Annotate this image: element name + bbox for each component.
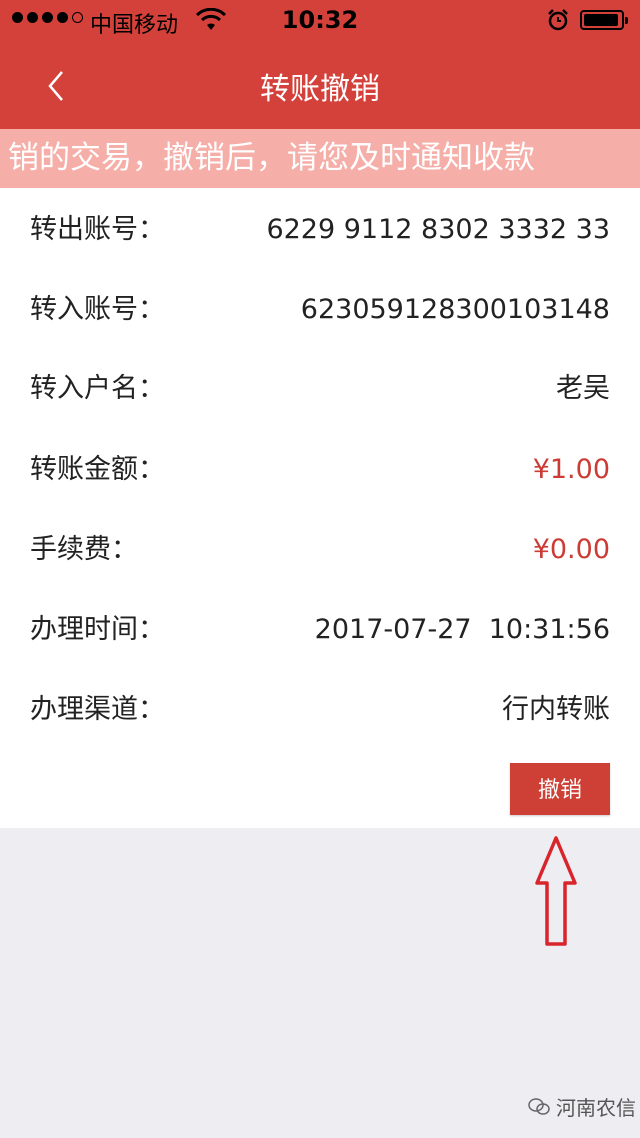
detail-row: 转入户名： 老吴 xyxy=(30,369,610,409)
status-time: 10:32 xyxy=(281,6,359,34)
status-bar: 中国移动 10:32 xyxy=(0,0,640,40)
detail-label: 转账金额： xyxy=(30,454,165,485)
detail-label: 转入账号： xyxy=(30,294,165,325)
battery-icon xyxy=(580,10,628,30)
detail-label: 办理时间： xyxy=(30,614,165,645)
detail-value: 623059128300103148 xyxy=(300,294,610,325)
wechat-icon xyxy=(528,1097,550,1115)
page-title: 转账撤销 xyxy=(260,72,380,107)
detail-label: 转入户名： xyxy=(30,373,165,404)
detail-label: 转出账号： xyxy=(30,214,165,245)
detail-value: 2017-07-27 10:31:56 xyxy=(314,614,610,645)
detail-row: 转入账号： 623059128300103148 xyxy=(30,290,610,330)
up-arrow-icon xyxy=(535,836,577,946)
detail-value: 老吴 xyxy=(556,373,610,404)
top-bar: 中国移动 10:32 转账撤销 xyxy=(0,0,640,129)
detail-row: 转账金额： ¥1.00 xyxy=(30,450,610,490)
detail-row: 转出账号： 6229 9112 8302 3332 33 xyxy=(30,210,610,250)
alarm-icon xyxy=(548,9,568,31)
detail-value: 6229 9112 8302 3332 33 xyxy=(266,214,610,245)
detail-label: 办理渠道： xyxy=(30,694,165,725)
detail-label: 手续费： xyxy=(30,534,138,565)
detail-value: 行内转账 xyxy=(502,694,610,725)
detail-row: 办理时间： 2017-07-27 10:31:56 xyxy=(30,610,610,650)
detail-row: 办理渠道： 行内转账 xyxy=(30,690,610,730)
cancel-button[interactable]: 撤销 xyxy=(510,763,610,815)
notice-marquee: 销的交易，撤销后，请您及时通知收款 xyxy=(0,129,640,188)
fee-value: ¥0.00 xyxy=(532,534,610,565)
watermark-text: 河南农信 xyxy=(556,1096,636,1120)
notice-text: 销的交易，撤销后，请您及时通知收款 xyxy=(8,140,535,176)
amount-value: ¥1.00 xyxy=(532,454,610,485)
detail-row: 手续费： ¥0.00 xyxy=(30,530,610,570)
transfer-detail-card: 转出账号： 6229 9112 8302 3332 33 转入账号： 62305… xyxy=(0,188,640,828)
watermark: 河南农信 xyxy=(528,1092,636,1121)
